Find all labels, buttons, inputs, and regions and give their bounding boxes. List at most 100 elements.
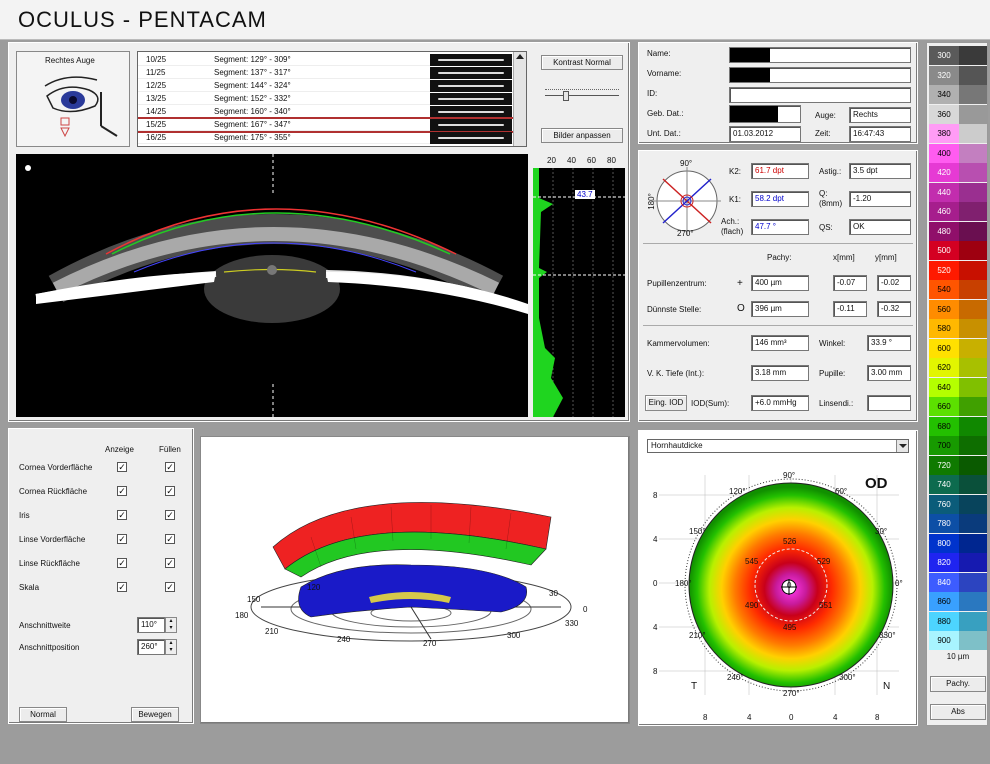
layer-fill-checkbox[interactable]: ✓: [165, 558, 175, 568]
segment-row[interactable]: 16/25 Segment: 175° - 355°: [138, 132, 514, 144]
scroll-up-arrow-icon[interactable]: [516, 54, 524, 59]
auge-field[interactable]: Rechts: [849, 107, 911, 123]
scale-swatch-dark: [959, 124, 987, 143]
normal-button[interactable]: Normal: [19, 707, 67, 722]
layer-show-checkbox[interactable]: ✓: [117, 486, 127, 496]
segment-index: 15/25: [146, 120, 167, 129]
layer-show-checkbox[interactable]: ✓: [117, 582, 127, 592]
segment-index: 13/25: [146, 94, 167, 103]
model-label-300: 300: [507, 631, 521, 640]
segment-thumbnail: [430, 106, 512, 118]
histogram-plot: [533, 168, 625, 417]
segment-row[interactable]: 13/25 Segment: 152° - 332°: [138, 93, 514, 105]
segment-row[interactable]: 12/25 Segment: 144° - 324°: [138, 80, 514, 92]
layer-show-checkbox[interactable]: ✓: [117, 510, 127, 520]
scale-swatch: 420: [929, 163, 959, 182]
segment-list-scrollbar[interactable]: [513, 52, 526, 146]
layer-fill-checkbox[interactable]: ✓: [165, 486, 175, 496]
eye-selector-box[interactable]: Rechtes Auge: [16, 51, 130, 147]
chevron-down-icon[interactable]: [896, 440, 908, 452]
abs-scale-button[interactable]: Abs: [930, 704, 986, 720]
bilder-anpassen-button[interactable]: Bilder anpassen: [541, 128, 623, 143]
scheimpflug-image-svg: [25, 154, 528, 417]
segment-thumbnail: [430, 132, 512, 144]
anschnittweite-spinner[interactable]: ▴ ▾: [165, 617, 177, 633]
scale-swatch: 780: [929, 514, 959, 533]
vk-tiefe-label: V. K. Tiefe (Int.):: [647, 369, 705, 378]
fuellen-col-label: Füllen: [159, 445, 181, 454]
segment-row[interactable]: 10/25 Segment: 129° - 309°: [138, 54, 514, 66]
ach-sub-label: (flach): [721, 227, 744, 236]
scale-swatch-dark: [959, 631, 987, 650]
linsendi-field: [867, 395, 911, 411]
scale-swatch-dark: [959, 455, 987, 475]
qs-label: QS:: [819, 223, 833, 232]
id-field[interactable]: [729, 87, 911, 103]
k2-field: 61.7 dpt: [751, 163, 809, 179]
thin-pachy-field: 396 µm: [751, 301, 809, 317]
map-temporal-label: T: [691, 681, 698, 692]
anschnittpos-field[interactable]: 260°: [137, 639, 165, 655]
segment-list[interactable]: 10/25 Segment: 129° - 309° 11/25 Segment: 1…: [137, 51, 527, 147]
scale-unit-label: 10 µm: [946, 652, 970, 661]
map-y-tick-3: 4: [653, 623, 658, 632]
kontrast-normal-button[interactable]: Kontrast Normal: [541, 55, 623, 70]
layer-show-checkbox[interactable]: ✓: [117, 558, 127, 568]
map-value-526: 526: [783, 537, 797, 546]
layer-fill-checkbox[interactable]: ✓: [165, 534, 175, 544]
map-value-529: 529: [817, 557, 831, 566]
scale-swatch: 680: [929, 416, 959, 436]
pupille-field: 3.00 mm: [867, 365, 911, 381]
scale-swatch: 600: [929, 338, 959, 358]
slider-thumb[interactable]: [563, 91, 569, 101]
layer-show-checkbox[interactable]: ✓: [117, 462, 127, 472]
scale-swatch-dark: [959, 533, 987, 553]
map-nasal-label: N: [883, 681, 891, 692]
name-field[interactable]: [729, 47, 911, 63]
anschnittpos-spinner[interactable]: ▴ ▾: [165, 639, 177, 655]
layer-label: Cornea Vorderfläche: [19, 463, 93, 472]
pachy-map-panel: Hornhautdicke OD 526 545 529 490 551 495…: [638, 430, 918, 726]
zeit-field[interactable]: 16:47:43: [849, 126, 911, 142]
map-deg-240: 240°: [727, 673, 744, 682]
anschnittweite-field[interactable]: 110°: [137, 617, 165, 633]
layer-fill-checkbox[interactable]: ✓: [165, 510, 175, 520]
scale-swatch: 380: [929, 124, 959, 143]
segment-row[interactable]: 11/25 Segment: 137° - 317°: [138, 67, 514, 79]
map-deg-120: 120°: [729, 487, 746, 496]
unt-field[interactable]: 01.03.2012: [729, 126, 801, 142]
pupil-x-field: -0.07: [833, 275, 867, 291]
kammervolumen-field: 146 mm³: [751, 335, 809, 351]
bewegen-button[interactable]: Bewegen: [131, 707, 179, 722]
map-type-dropdown[interactable]: Hornhautdicke: [647, 439, 909, 453]
map-deg-0: 0°: [895, 579, 903, 588]
scale-swatch-dark: [959, 592, 987, 611]
layer-fill-checkbox[interactable]: ✓: [165, 462, 175, 472]
eing-iod-button[interactable]: Eing. IOD: [645, 395, 687, 411]
layer-label: Skala: [19, 583, 40, 592]
layer-fill-checkbox[interactable]: ✓: [165, 582, 175, 592]
pupil-center-label: Pupillenzentrum:: [647, 279, 707, 288]
vorname-field[interactable]: [729, 67, 911, 83]
map-y-tick-1: 4: [653, 535, 658, 544]
geb-field[interactable]: [729, 105, 801, 123]
linsendi-label: Linsendi.:: [819, 399, 854, 408]
segment-range: Segment: 137° - 317°: [214, 68, 291, 77]
histogram-value-label: 43.7: [575, 190, 595, 199]
model-label-270: 270: [423, 639, 437, 648]
scale-swatch-dark: [959, 358, 987, 377]
map-value-551: 551: [819, 601, 833, 610]
model-3d-svg: [250, 502, 572, 642]
contrast-slider[interactable]: [545, 87, 619, 103]
iod-label: IOD(Sum):: [691, 399, 730, 408]
scale-swatch: 800: [929, 533, 959, 553]
scale-swatch-dark: [959, 299, 987, 319]
segment-row[interactable]: 14/25 Segment: 160° - 340°: [138, 106, 514, 118]
kammervolumen-label: Kammervolumen:: [647, 339, 710, 348]
layer-show-checkbox[interactable]: ✓: [117, 534, 127, 544]
pachy-scale-button[interactable]: Pachy.: [930, 676, 986, 692]
segment-range: Segment: 160° - 340°: [214, 107, 291, 116]
segment-row[interactable]: 15/25 Segment: 167° - 347°: [138, 117, 516, 133]
model-label-240: 240: [337, 635, 351, 644]
divider: [643, 243, 913, 244]
